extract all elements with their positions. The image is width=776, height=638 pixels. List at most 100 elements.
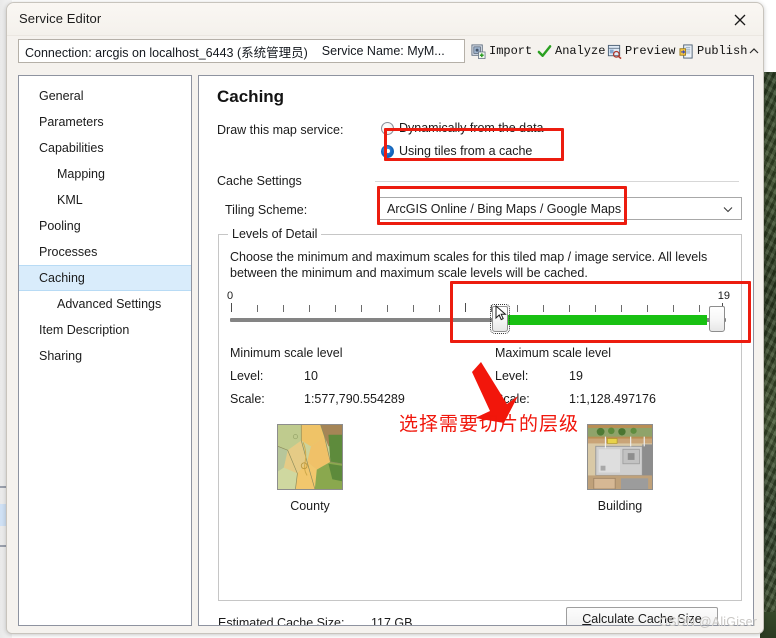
minimum-scale-preview: County [277, 424, 343, 513]
slider-tick [231, 303, 232, 312]
slider-tick [413, 305, 414, 312]
sidebar-item-label: KML [57, 193, 83, 207]
slider-min-handle[interactable] [490, 304, 510, 334]
tiling-scheme-label: Tiling Scheme: [225, 203, 308, 217]
analyze-button[interactable]: Analyze [537, 40, 605, 62]
sidebar-item-kml[interactable]: KML [19, 187, 191, 213]
sidebar-item-label: Item Description [39, 323, 130, 337]
radio-icon [381, 121, 394, 135]
dialog-title: Service Editor [19, 11, 102, 26]
slider-max-tick-label: 19 [717, 290, 730, 302]
service-editor-dialog: Service Editor Connection: arcgis on loc… [6, 2, 764, 634]
draw-map-service-label: Draw this map service: [217, 123, 344, 137]
preview-label: Preview [625, 44, 676, 58]
sidebar-item-mapping[interactable]: Mapping [19, 161, 191, 187]
sidebar-item-sharing[interactable]: Sharing [19, 343, 191, 369]
slider-tick [543, 305, 544, 312]
county-map-thumbnail-image [277, 424, 343, 490]
sidebar-item-label: Sharing [39, 349, 83, 363]
connection-info-box[interactable]: Connection: arcgis on localhost_6443 (系统… [18, 39, 465, 63]
preview-button[interactable]: Preview [607, 40, 675, 62]
slider-tick [257, 305, 258, 312]
chevron-up-icon [749, 48, 759, 54]
slider-max-handle[interactable] [709, 306, 725, 332]
calculate-cache-size-button[interactable]: Calculate Cache Size [566, 607, 718, 626]
slider-tick [699, 305, 700, 312]
sidebar-item-general[interactable]: General [19, 83, 191, 109]
estimated-cache-size-label: Estimated Cache Size: [218, 616, 345, 626]
slider-tick [361, 305, 362, 312]
sidebar-item-parameters[interactable]: Parameters [19, 109, 191, 135]
sidebar-item-item-description[interactable]: Item Description [19, 317, 191, 343]
sidebar-item-label: Advanced Settings [57, 297, 162, 311]
sidebar-item-label: Pooling [39, 219, 81, 233]
collapse-toolbar-button[interactable] [747, 44, 761, 58]
maximum-level-label: Level: [495, 369, 529, 383]
minimum-scale-label: Scale: [230, 392, 265, 406]
maximum-scale-label: Scale: [495, 392, 530, 406]
minimum-scale-value: 1:577,790.554289 [304, 392, 405, 406]
preview-icon [607, 44, 622, 59]
slider-tick [621, 305, 622, 312]
slider-tick [439, 305, 440, 312]
sidebar-item-label: Caching [39, 271, 85, 285]
cache-settings-label: Cache Settings [217, 174, 302, 188]
sidebar-item-advanced-settings[interactable]: Advanced Settings [19, 291, 191, 317]
import-icon [471, 43, 486, 59]
cursor-icon [495, 305, 507, 321]
sidebar-item-label: Mapping [57, 167, 105, 181]
calculate-button-label: alculate Cache Size [591, 612, 702, 626]
maximum-scale-title: Maximum scale level [495, 346, 612, 360]
levels-of-detail-legend: Levels of Detail [228, 227, 322, 241]
slider-tick [465, 303, 466, 312]
publish-button[interactable]: Publish [679, 40, 747, 62]
close-button[interactable] [723, 6, 757, 33]
sidebar-item-caching[interactable]: Caching [19, 265, 191, 291]
radio-label: Using tiles from a cache [399, 144, 533, 158]
slider-selected-range [502, 315, 707, 325]
sidebar-item-label: Capabilities [39, 141, 104, 155]
analyze-label: Analyze [555, 44, 606, 58]
minimum-level-value: 10 [304, 369, 318, 383]
chevron-down-icon [715, 203, 741, 215]
page-title: Caching [217, 87, 285, 106]
radio-selected-icon [381, 144, 394, 158]
levels-of-detail-description: Choose the minimum and maximum scales fo… [230, 250, 708, 280]
radio-label: Dynamically from the data [399, 121, 544, 135]
settings-sidebar: General Parameters Capabilities Mapping … [18, 75, 192, 626]
slider-tick [283, 305, 284, 312]
slider-min-tick-label: 0 [227, 290, 234, 302]
connection-text: Connection: arcgis on localhost_6443 (系统… [25, 45, 308, 60]
sidebar-item-pooling[interactable]: Pooling [19, 213, 191, 239]
editor-toolbar: Connection: arcgis on localhost_6443 (系统… [7, 36, 763, 68]
sidebar-item-label: Processes [39, 245, 98, 259]
maximum-scale-preview: Building [587, 424, 653, 513]
slider-tick [569, 305, 570, 312]
slider-tick [517, 305, 518, 312]
sidebar-item-processes[interactable]: Processes [19, 239, 191, 265]
import-label: Import [489, 44, 533, 58]
radio-dynamically-from-data[interactable]: Dynamically from the data [381, 121, 544, 135]
caching-panel: Caching Draw this map service: Dynamical… [198, 75, 754, 626]
scale-level-slider[interactable]: 0 19 [227, 290, 730, 337]
maximum-level-value: 19 [569, 369, 583, 383]
calculate-button-accel: C [582, 612, 592, 626]
slider-tick [647, 305, 648, 312]
checkmark-icon [537, 44, 552, 57]
minimum-level-label: Level: [230, 369, 264, 383]
publish-label: Publish [697, 44, 748, 58]
publish-icon [679, 43, 693, 59]
section-divider [375, 181, 739, 182]
levels-of-detail-group [218, 234, 742, 601]
radio-using-tiles-from-cache[interactable]: Using tiles from a cache [381, 144, 532, 158]
close-icon [734, 14, 746, 25]
slider-tick [673, 305, 674, 312]
dialog-titlebar: Service Editor [7, 3, 763, 36]
sidebar-item-capabilities[interactable]: Capabilities [19, 135, 191, 161]
tiling-scheme-value: ArcGIS Online / Bing Maps / Google Maps [387, 201, 622, 216]
maximum-scale-value: 1:1,128.497176 [569, 392, 656, 406]
import-button[interactable]: Import [471, 40, 532, 62]
dialog-body: General Parameters Capabilities Mapping … [7, 68, 763, 633]
tiling-scheme-select[interactable]: ArcGIS Online / Bing Maps / Google Maps [379, 197, 742, 220]
service-name-text: Service Name: MyM... [321, 44, 445, 58]
